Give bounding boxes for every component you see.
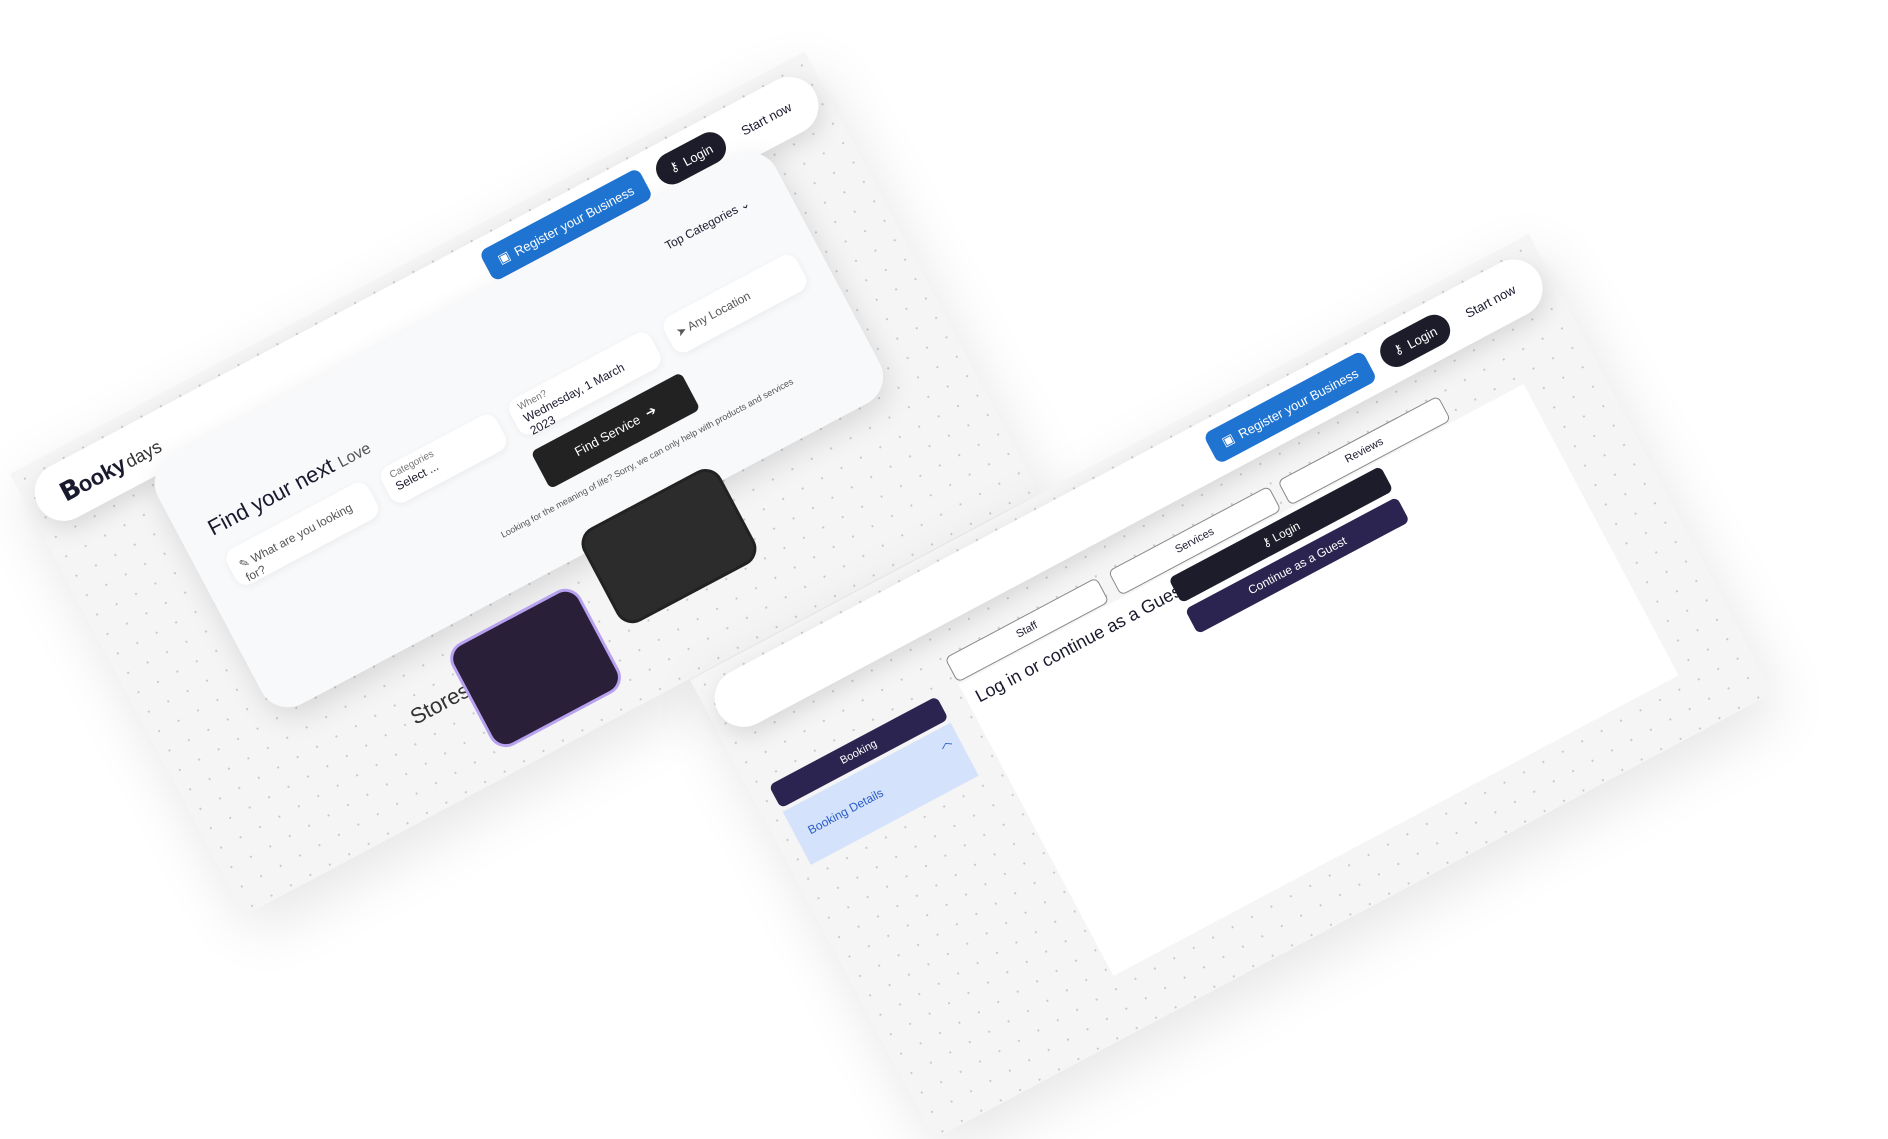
find-service-label: Find Service	[571, 411, 643, 459]
login-label: Login	[680, 140, 716, 169]
arrow-right-circle-icon: ➔	[642, 402, 660, 421]
location-placeholder: Any Location	[685, 288, 753, 334]
briefcase-icon: ▣	[1219, 430, 1238, 450]
top-categories-dropdown[interactable]: Top Categories ⌄	[663, 196, 753, 253]
chevron-up-icon: ︿	[936, 733, 954, 752]
chevron-down-icon: ⌄	[736, 196, 753, 214]
categories-select[interactable]: Categories Select ...	[376, 410, 511, 507]
location-input[interactable]: ➤ Any Location	[659, 250, 811, 357]
brand-logo[interactable]: B ooky days	[55, 430, 166, 508]
login-label: Login	[1404, 323, 1440, 352]
key-icon: ⚷	[666, 157, 682, 176]
booking-details-label: Booking Details	[805, 785, 886, 838]
briefcase-icon: ▣	[495, 247, 513, 267]
start-now-link[interactable]: Start now	[1457, 279, 1523, 324]
booking-login-label: Login	[1269, 518, 1303, 545]
login-button[interactable]: ⚷ Login	[1374, 309, 1456, 373]
logo-word: ooky	[72, 451, 131, 498]
register-label: Register your Business	[1235, 365, 1361, 442]
top-categories-label: Top Categories	[662, 202, 741, 253]
key-icon: ⚷	[1390, 340, 1406, 359]
start-now-link[interactable]: Start now	[733, 96, 799, 141]
search-title-suffix: Love	[335, 439, 374, 472]
